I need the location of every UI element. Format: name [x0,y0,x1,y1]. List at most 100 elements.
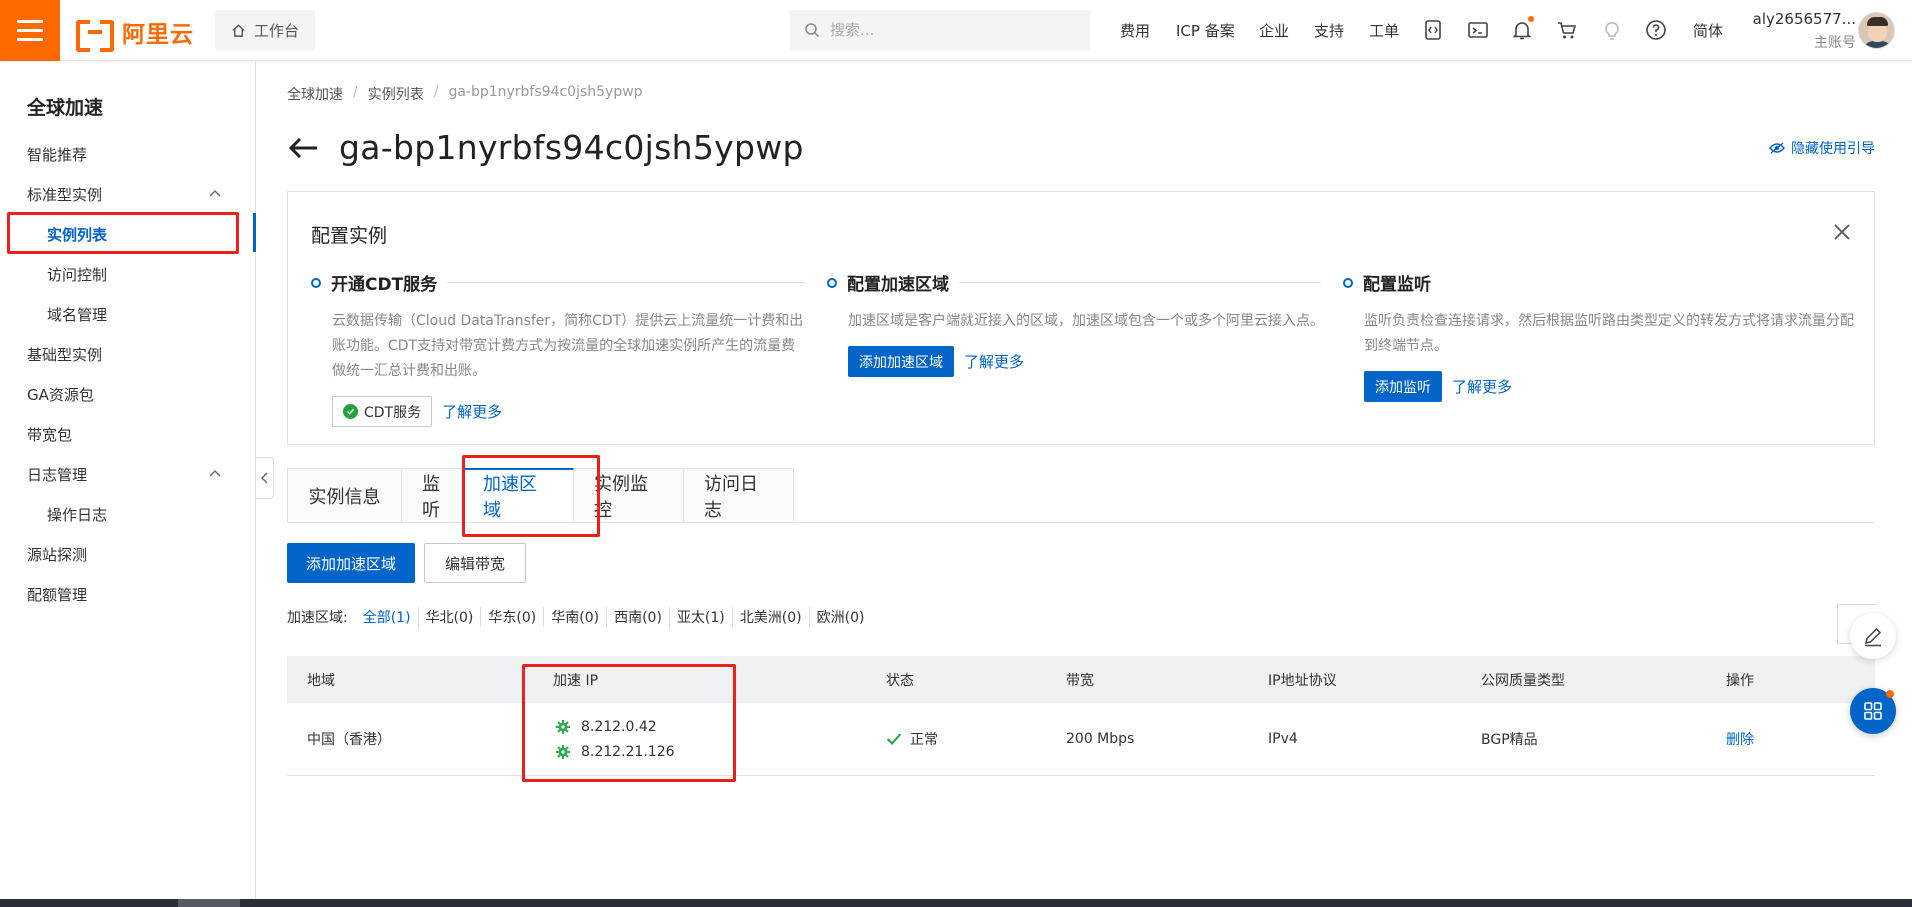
chevron-up-icon[interactable] [208,186,222,200]
api-doc-icon[interactable] [1422,19,1444,41]
user-name: aly2656577... [1752,10,1856,28]
filter-europe[interactable]: 欧洲(0) [808,607,872,627]
filter-north-america[interactable]: 北美洲(0) [731,607,809,627]
help-icon[interactable] [1645,19,1667,41]
filter-asia-pacific[interactable]: 亚太(1) [668,607,732,627]
col-status: 状态 [886,672,914,689]
notification-dot [1528,16,1534,22]
step-title: 配置监听 [1363,275,1431,295]
cell-status: 正常 [886,729,938,749]
page-header: ga-bp1nyrbfs94c0jsh5ypwp [287,128,804,167]
breadcrumb-global-acceleration[interactable]: 全球加速 [287,84,343,104]
nav-icp[interactable]: ICP 备案 [1176,0,1235,61]
breadcrumb-instance-list[interactable]: 实例列表 [368,84,424,104]
logo-text: 阿里云 [122,22,194,48]
card-title: 配置实例 [311,225,388,247]
step-connector [447,282,805,283]
search-icon [805,23,820,38]
chevron-left-icon [260,472,267,484]
learn-more-link[interactable]: 了解更多 [1452,376,1512,397]
pencil-icon [1865,627,1882,647]
add-accel-region-button[interactable]: 添加加速区域 [287,543,416,583]
language-label: 简体 [1693,22,1724,40]
nav-enterprise-label: 企业 [1259,22,1290,40]
nav-ticket-label: 工单 [1369,22,1400,40]
nav-fees[interactable]: 费用 [1120,0,1150,61]
add-listener-button[interactable]: 添加监听 [1364,371,1442,402]
back-arrow-icon[interactable] [287,136,319,160]
step-listener: 配置监听 监听负责检查连接请求，然后根据监听路由类型定义的转发方式将请求流量分配… [1343,270,1854,402]
check-icon [886,733,902,745]
sidebar-title: 全球加速 [27,97,104,119]
sidebar-item-origin-probe[interactable]: 源站探测 [27,544,87,565]
highlight-box [7,212,239,254]
workbench-label: 工作台 [253,21,299,40]
col-actions: 操作 [1726,672,1754,689]
bell-icon[interactable] [1511,16,1534,41]
add-accel-region-button[interactable]: 添加加速区域 [848,346,954,377]
filter-label: 加速区域: [287,610,348,626]
tab-instance-info[interactable]: 实例信息 [287,468,402,523]
workbench-button[interactable]: 工作台 [215,10,315,50]
tab-listener[interactable]: 监听 [402,468,463,523]
sidebar-item-smart-recommend[interactable]: 智能推荐 [27,144,87,165]
taskbar [0,899,1912,907]
cell-bandwidth: 200 Mbps [1066,731,1135,747]
status-text: 正常 [910,732,938,748]
chevron-up-icon[interactable] [208,466,222,480]
cell-region: 中国（香港） [307,732,391,748]
sidebar-item-ga-package[interactable]: GA资源包 [27,384,94,405]
aliyun-logo-mark [76,20,114,52]
lightbulb-icon[interactable] [1601,19,1623,41]
cell-ip-protocol: IPv4 [1268,731,1298,747]
filter-all[interactable]: 全部(1) [356,607,418,627]
nav-enterprise[interactable]: 企业 [1259,0,1289,61]
sidebar-item-basic-instance[interactable]: 基础型实例 [27,344,102,365]
learn-more-link[interactable]: 了解更多 [964,351,1024,372]
step-title: 配置加速区域 [847,275,949,295]
filter-north-china[interactable]: 华北(0) [417,607,481,627]
top-bar: 阿里云 工作台 费用 ICP 备案 企业 支持 工单 简体 aly2656577… [0,0,1912,61]
language-switch[interactable]: 简体 [1693,0,1723,61]
user-menu[interactable]: aly2656577... 主账号 [1746,10,1856,52]
filter-south-china[interactable]: 华南(0) [543,607,606,627]
hide-guide-label: 隐藏使用引导 [1791,141,1875,157]
filter-east-china[interactable]: 华东(0) [480,607,543,627]
menu-icon[interactable] [0,0,60,61]
cart-icon[interactable] [1556,19,1578,41]
nav-support-label: 支持 [1314,22,1345,40]
breadcrumb-separator: / [433,84,439,100]
nav-fees-label: 费用 [1120,22,1151,40]
apps-float-button[interactable] [1850,688,1896,734]
grid-icon [1864,702,1882,720]
edit-float-button[interactable] [1850,613,1896,659]
sidebar-item-bandwidth-package[interactable]: 带宽包 [27,424,72,445]
sidebar-item-domain-management[interactable]: 域名管理 [47,304,107,325]
search-input[interactable] [830,21,1060,39]
nav-support[interactable]: 支持 [1314,0,1344,61]
breadcrumb-current: ga-bp1nyrbfs94c0jsh5ypwp [448,84,643,100]
tab-access-log[interactable]: 访问日志 [684,468,794,523]
highlight-box [522,664,736,782]
nav-ticket[interactable]: 工单 [1369,0,1399,61]
cdt-service-button[interactable]: CDT服务 [332,396,433,427]
step-cdt: 开通CDT服务 云数据传输（Cloud DataTransfer，简称CDT）提… [311,270,805,427]
close-icon[interactable] [1832,222,1852,242]
sidebar-collapse-handle[interactable] [256,457,274,499]
learn-more-link[interactable]: 了解更多 [442,401,502,422]
sidebar-item-log-management[interactable]: 日志管理 [27,464,87,485]
badge-dot [1886,690,1894,698]
terminal-icon[interactable] [1467,19,1489,41]
col-region: 地域 [307,672,335,689]
hide-guide-link[interactable]: 隐藏使用引导 [1769,138,1875,158]
edit-bandwidth-button[interactable]: 编辑带宽 [424,543,527,583]
delete-link[interactable]: 删除 [1726,729,1754,749]
filter-southwest[interactable]: 西南(0) [606,607,669,627]
check-circle-icon [343,404,358,419]
sidebar-item-quota-management[interactable]: 配额管理 [27,584,87,605]
sidebar-item-access-control[interactable]: 访问控制 [47,264,107,285]
sidebar-item-standard-instance[interactable]: 标准型实例 [27,184,102,205]
sidebar-item-operation-log[interactable]: 操作日志 [47,504,107,525]
avatar[interactable] [1858,12,1895,49]
aliyun-logo[interactable]: 阿里云 [76,15,194,52]
